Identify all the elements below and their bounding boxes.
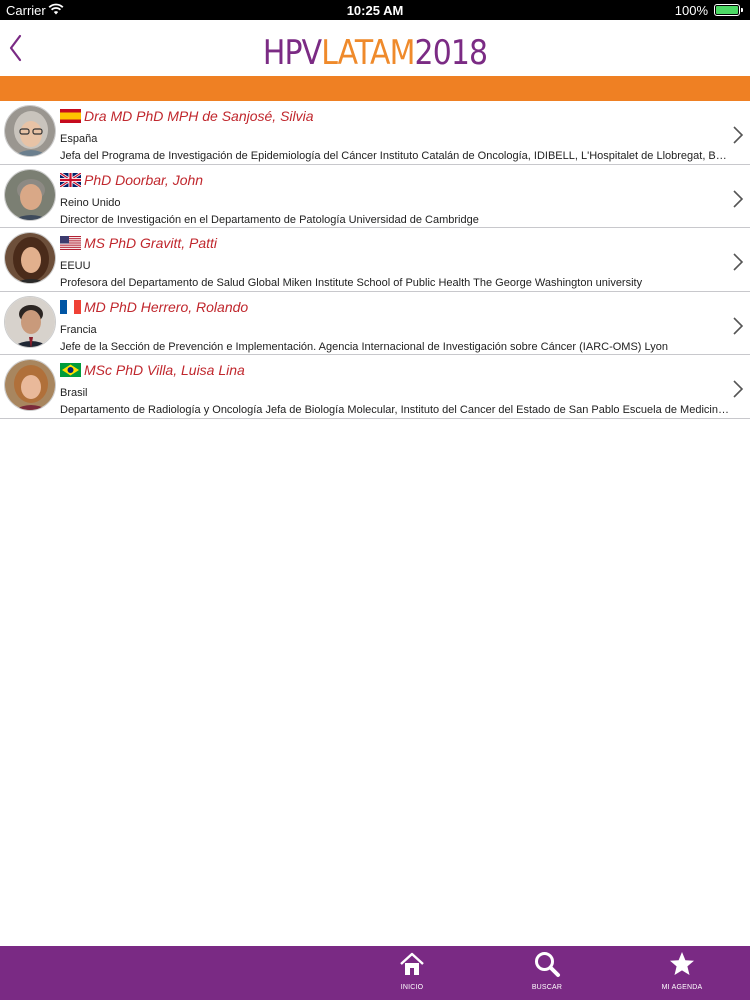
- home-icon: [400, 952, 424, 975]
- chevron-left-icon: [9, 34, 22, 62]
- list-item[interactable]: MS PhD Gravitt, Patti EEUU Profesora del…: [0, 228, 750, 292]
- back-button[interactable]: [4, 30, 34, 66]
- list-item[interactable]: PhD Doorbar, John Reino Unido Director d…: [0, 165, 750, 228]
- list-item[interactable]: MD PhD Herrero, Rolando Francia Jefe de …: [0, 292, 750, 355]
- tab-inicio[interactable]: INICIO: [372, 946, 452, 1000]
- avatar: [4, 359, 56, 411]
- speaker-country: Reino Unido: [60, 196, 121, 209]
- speaker-description: Jefa del Programa de Investigación de Ep…: [60, 150, 730, 162]
- speaker-description: Jefe de la Sección de Prevención e Imple…: [60, 340, 668, 353]
- avatar: [4, 105, 56, 157]
- chevron-right-icon: [733, 380, 744, 398]
- list-item[interactable]: Dra MD PhD MPH de Sanjosé, Silvia España…: [0, 101, 750, 165]
- chevron-right-icon: [733, 189, 744, 208]
- chevron-right-icon: [733, 316, 744, 335]
- chevron-right-icon: [733, 253, 744, 271]
- speaker-description: Departamento de Radiología y Oncología J…: [60, 404, 730, 416]
- logo-latam: LATAM: [321, 33, 415, 73]
- tab-mi-agenda[interactable]: MI AGENDA: [642, 946, 722, 1000]
- section-header-band: [0, 76, 750, 101]
- nav-bar: HPVLATAM2018: [0, 20, 750, 76]
- star-icon: [670, 952, 694, 975]
- logo-hpv: HPV: [262, 33, 322, 73]
- tab-buscar[interactable]: BUSCAR: [507, 946, 587, 1000]
- brazil-flag-icon: [60, 363, 81, 377]
- spain-flag-icon: [60, 109, 81, 123]
- chevron-right-icon: [733, 126, 744, 144]
- speaker-name: MS PhD Gravitt, Patti: [84, 235, 218, 251]
- usa-flag-icon: [60, 236, 81, 250]
- app-logo: HPVLATAM2018: [45, 33, 705, 73]
- avatar: [4, 295, 56, 348]
- status-bar: Carrier 10:25 AM 100%: [0, 0, 750, 20]
- speaker-country: EEUU: [60, 260, 91, 272]
- avatar: [4, 232, 56, 284]
- speaker-name: MD PhD Herrero, Rolando: [84, 298, 249, 315]
- speaker-name: PhD Doorbar, John: [84, 171, 204, 188]
- logo-year: 2018: [414, 33, 489, 73]
- uk-flag-icon: [60, 172, 81, 187]
- speaker-name: Dra MD PhD MPH de Sanjosé, Silvia: [84, 108, 314, 124]
- search-icon: [535, 952, 560, 977]
- speaker-description: Profesora del Departamento de Salud Glob…: [60, 277, 643, 289]
- tab-mi-agenda-label: MI AGENDA: [661, 984, 703, 991]
- speaker-name: MSc PhD Villa, Luisa Lina: [84, 362, 245, 378]
- clock: 10:25 AM: [346, 3, 404, 18]
- speaker-country: Brasil: [60, 387, 88, 399]
- tab-buscar-label: BUSCAR: [531, 984, 563, 991]
- battery-percent: 100%: [674, 3, 708, 18]
- list-item[interactable]: MSc PhD Villa, Luisa Lina Brasil Departa…: [0, 355, 750, 419]
- tab-bar: INICIO BUSCAR MI AGENDA: [0, 946, 750, 1000]
- speaker-country: España: [60, 133, 98, 145]
- tab-inicio-label: INICIO: [400, 984, 424, 991]
- avatar: [4, 168, 56, 221]
- speaker-list: Dra MD PhD MPH de Sanjosé, Silvia España…: [0, 101, 750, 419]
- battery-icon: [714, 4, 743, 16]
- france-flag-icon: [60, 299, 81, 314]
- speaker-description: Director de Investigación en el Departam…: [60, 213, 479, 226]
- speaker-country: Francia: [60, 323, 97, 336]
